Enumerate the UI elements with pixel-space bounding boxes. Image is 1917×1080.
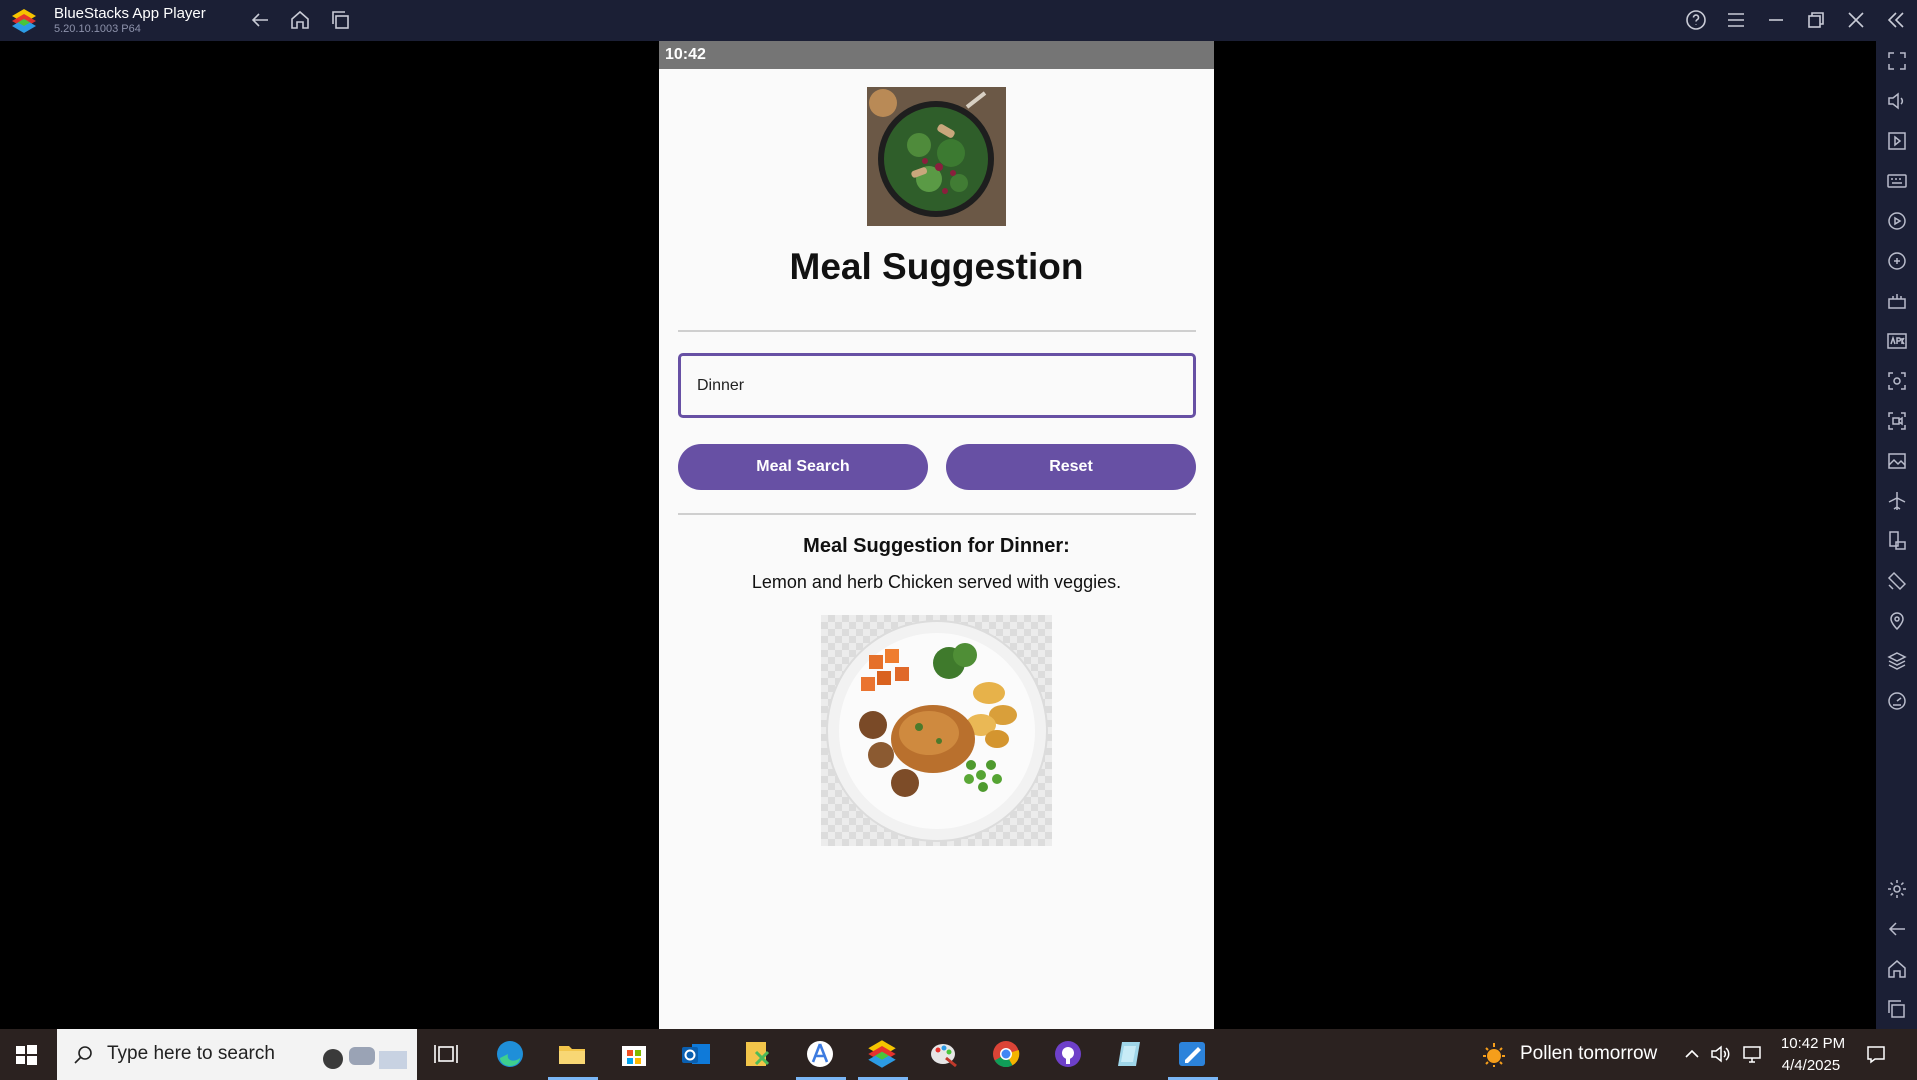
meal-type-input[interactable] bbox=[681, 356, 1187, 415]
page-title: Meal Suggestion bbox=[789, 246, 1084, 287]
windows-start-icon[interactable] bbox=[14, 1043, 38, 1067]
gallery-icon[interactable] bbox=[1885, 449, 1909, 473]
speaker-icon[interactable] bbox=[1709, 1043, 1731, 1065]
result-text: Lemon and herb Chicken served with veggi… bbox=[751, 572, 1122, 592]
search-highlight-icon bbox=[323, 1047, 407, 1069]
bluestacks-taskbar-icon[interactable] bbox=[866, 1038, 898, 1070]
record-screen-icon[interactable] bbox=[1885, 409, 1909, 433]
home-icon[interactable] bbox=[288, 8, 312, 32]
recent-apps-icon[interactable] bbox=[329, 8, 353, 32]
game-controls-icon[interactable] bbox=[1885, 289, 1909, 313]
bluestacks-sidebar bbox=[1876, 41, 1917, 1029]
task-view-icon[interactable] bbox=[430, 1038, 462, 1070]
search-icon bbox=[74, 1046, 92, 1064]
file-explorer-icon[interactable] bbox=[556, 1038, 588, 1070]
sync-icon[interactable] bbox=[1885, 249, 1909, 273]
divider bbox=[678, 330, 1196, 332]
bluestacks-titlebar: BlueStacks App Player 5.20.10.1003 P64 bbox=[0, 0, 1917, 41]
divider bbox=[678, 513, 1196, 515]
android-home-icon[interactable] bbox=[1885, 957, 1909, 981]
network-icon[interactable] bbox=[1741, 1043, 1763, 1065]
media-manager-icon[interactable] bbox=[1885, 129, 1909, 153]
location-icon[interactable] bbox=[1885, 609, 1909, 633]
outlook-icon[interactable] bbox=[680, 1038, 712, 1070]
whiteboard-icon[interactable] bbox=[1176, 1038, 1208, 1070]
clock-date[interactable]: 4/4/2025 bbox=[1776, 1057, 1846, 1074]
weather-text[interactable]: Pollen tomorrow bbox=[1520, 1043, 1657, 1065]
edge-icon[interactable] bbox=[494, 1038, 526, 1070]
install-apk-icon[interactable] bbox=[1885, 329, 1909, 353]
microsoft-store-icon[interactable] bbox=[618, 1038, 650, 1070]
meal-search-button[interactable]: Meal Search bbox=[678, 444, 928, 490]
salad-bowl-image bbox=[867, 87, 1006, 226]
macro-icon[interactable] bbox=[1885, 209, 1909, 233]
close-icon[interactable] bbox=[1844, 8, 1868, 32]
clock-time[interactable]: 10:42 PM bbox=[1780, 1035, 1846, 1052]
notes-app-icon[interactable] bbox=[1114, 1038, 1146, 1070]
status-time: 10:42 bbox=[665, 46, 706, 63]
paint-icon[interactable] bbox=[928, 1038, 960, 1070]
android-recents-icon[interactable] bbox=[1885, 997, 1909, 1021]
search-placeholder: Type here to search bbox=[107, 1043, 275, 1064]
menu-icon[interactable] bbox=[1724, 8, 1748, 32]
rotate-icon[interactable] bbox=[1885, 529, 1909, 553]
back-icon[interactable] bbox=[248, 8, 272, 32]
android-screen: 10:42 Meal Suggestion Meal Search Reset … bbox=[659, 41, 1214, 1029]
minimize-icon[interactable] bbox=[1764, 8, 1788, 32]
chicken-meal-image bbox=[821, 615, 1052, 846]
result-title: Meal Suggestion for Dinner: bbox=[803, 535, 1070, 557]
performance-icon[interactable] bbox=[1885, 689, 1909, 713]
chrome-icon[interactable] bbox=[990, 1038, 1022, 1070]
bluestacks-logo bbox=[12, 9, 36, 33]
notifications-icon[interactable] bbox=[1865, 1043, 1887, 1065]
screenshot-icon[interactable] bbox=[1885, 369, 1909, 393]
help-icon[interactable] bbox=[1684, 8, 1708, 32]
weather-sun-icon bbox=[1483, 1043, 1505, 1067]
github-icon[interactable] bbox=[1052, 1038, 1084, 1070]
multi-instance-icon[interactable] bbox=[1885, 649, 1909, 673]
fullscreen-icon[interactable] bbox=[1885, 49, 1909, 73]
meal-type-input-field[interactable] bbox=[678, 353, 1196, 418]
collapse-sidebar-icon[interactable] bbox=[1884, 8, 1908, 32]
restore-icon[interactable] bbox=[1804, 8, 1828, 32]
shake-icon[interactable] bbox=[1885, 569, 1909, 593]
photo-editor-icon[interactable] bbox=[742, 1038, 774, 1070]
window-title: BlueStacks App Player bbox=[54, 5, 206, 22]
android-back-icon[interactable] bbox=[1885, 917, 1909, 941]
android-studio-icon[interactable] bbox=[804, 1038, 836, 1070]
volume-icon[interactable] bbox=[1885, 89, 1909, 113]
android-status-bar: 10:42 bbox=[659, 41, 1214, 69]
windows-taskbar: Type here to search Pollen tomorrow 10:4… bbox=[0, 1029, 1917, 1080]
airplane-mode-icon[interactable] bbox=[1885, 489, 1909, 513]
app-version: 5.20.10.1003 P64 bbox=[54, 23, 141, 35]
settings-icon[interactable] bbox=[1885, 877, 1909, 901]
reset-button[interactable]: Reset bbox=[946, 444, 1196, 490]
keyboard-icon[interactable] bbox=[1885, 169, 1909, 193]
show-hidden-icons-chevron-icon[interactable] bbox=[1681, 1043, 1703, 1065]
taskbar-search-box[interactable]: Type here to search bbox=[57, 1029, 417, 1080]
